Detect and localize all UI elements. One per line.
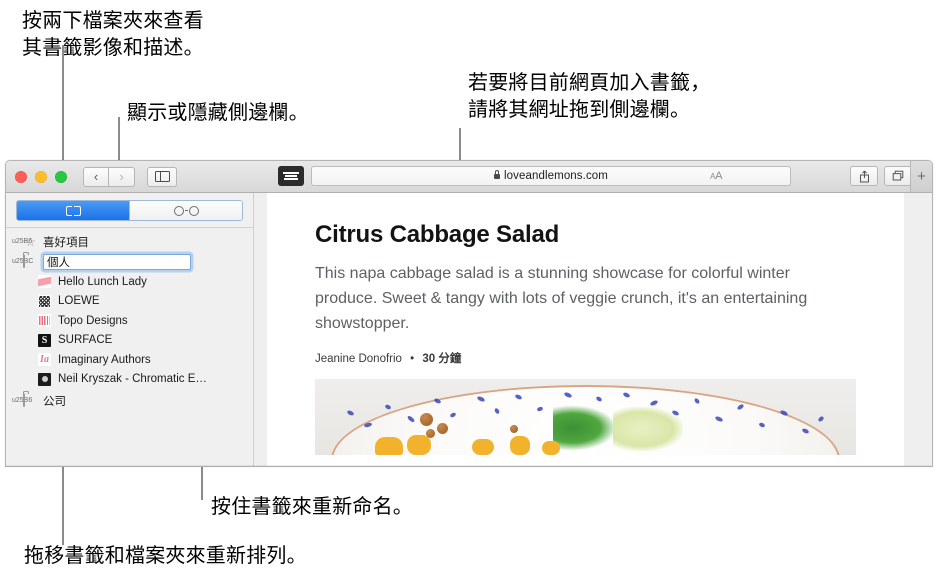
screenshot-stage: 按兩下檔案夾來查看 其書籤影像和描述。 顯示或隱藏側邊欄。 若要將目前網頁加入書… [0,0,936,580]
address-bar[interactable]: loveandlemons.com AA [311,166,791,186]
article-author: Jeanine Donofrio [315,353,402,365]
text-size-control[interactable]: AA [710,170,722,182]
tab-bookmarks[interactable] [17,201,129,220]
reader-icon-line [284,175,298,177]
article-description: This napa cabbage salad is a stunning sh… [315,265,808,332]
tab-overview-button[interactable] [884,166,912,186]
mint-leaves [553,405,618,451]
bookmark-item[interactable]: Hello Lunch Lady [6,272,253,292]
disclosure-triangle-icon[interactable] [12,258,21,265]
reader-icon-line [283,178,299,181]
byline-separator: • [410,353,415,365]
surface-favicon: S [38,333,51,347]
navigation-buttons: ‹ › [83,166,135,187]
lock-icon [494,170,500,179]
folder-icon [23,392,38,408]
sidebar-toggle-button[interactable] [147,166,177,187]
sidebar-segmented-control [6,193,253,227]
window-bottom-shadow [5,465,931,467]
article-photo [315,379,856,455]
tree-folder-personal[interactable]: 個人 [6,251,253,272]
article-title: Citrus Cabbage Salad [315,221,560,248]
callout-sidebar-hint: 顯示或隱藏側邊欄。 [127,102,309,124]
bookmark-item[interactable]: S SURFACE [6,331,253,351]
imaginary-authors-favicon: Ia [38,353,51,367]
bookmarks-sidebar: ☆ 喜好項目 個人 Hello Lunch Lady LOEWE [6,193,254,466]
folder-label: 喜好項目 [43,236,89,249]
bookmark-item[interactable]: Neil Kryszak - Chromatic E… [6,370,253,390]
tab-overview-icon [892,170,904,181]
toolbar-right-buttons [850,166,912,186]
tab-reading-list[interactable] [129,201,242,220]
bookmark-label: Imaginary Authors [58,353,151,366]
leader-sidebar-hint [118,117,120,163]
loewe-favicon [38,294,51,308]
book-icon [65,205,81,216]
tree-folder-company[interactable]: 公司 [6,391,253,410]
forward-button[interactable]: › [109,166,135,187]
bookmark-item[interactable]: LOEWE [6,292,253,312]
callout-rename-hint: 按住書籤來重新命名。 [211,496,413,518]
folder-icon [23,253,38,269]
new-tab-button[interactable]: + [910,161,932,192]
close-button[interactable] [15,170,27,183]
sidebar-icon [154,170,170,183]
hello-lunch-lady-favicon [38,275,51,289]
bookmark-item[interactable]: Ia Imaginary Authors [6,350,253,370]
callout-url-drag-hint: 若要將目前網頁加入書籤， 請將其網址拖到側邊欄。 [468,72,711,121]
callout-folder-hint: 按兩下檔案夾來查看 其書籤影像和描述。 [22,10,204,59]
bookmarks-tree: ☆ 喜好項目 個人 Hello Lunch Lady LOEWE [6,228,253,410]
toolbar: ‹ › loveandlemons.com AA + [6,161,932,193]
glasses-icon [173,205,199,216]
star-icon: ☆ [25,234,36,249]
bookmark-label: SURFACE [58,334,113,347]
article-byline: Jeanine Donofrio • 30 分鐘 [315,350,856,366]
folder-label: 公司 [43,395,66,408]
text-size-large: A [715,170,722,182]
reader-view-button[interactable] [278,166,304,186]
traffic-lights [15,170,67,183]
reader-icon-line [283,171,299,174]
content-area: Citrus Cabbage Salad This napa cabbage s… [254,193,932,466]
share-button[interactable] [850,166,878,186]
chevron-left-icon: ‹ [93,169,99,184]
article-duration: 30 分鐘 [422,353,462,365]
disclosure-triangle-icon[interactable] [12,397,21,404]
safari-window: ‹ › loveandlemons.com AA + u25B6 ☆ 喜好項目 … [5,160,933,467]
bookmark-item[interactable]: Topo Designs [6,311,253,331]
reader-page: Citrus Cabbage Salad This napa cabbage s… [267,193,904,466]
callout-reorder-hint: 拖移書籤和檔案夾來重新排列。 [24,545,307,567]
chevron-right-icon: › [119,169,124,184]
zoom-button[interactable] [55,170,67,183]
article: Citrus Cabbage Salad This napa cabbage s… [267,193,904,455]
back-button[interactable]: ‹ [83,166,109,187]
share-icon [859,170,869,182]
window-body: ☆ 喜好項目 個人 Hello Lunch Lady LOEWE [6,193,932,466]
url-text: loveandlemons.com [504,170,608,182]
disclosure-triangle-icon[interactable] [12,238,21,245]
topo-designs-favicon [38,314,51,328]
tree-folder-favorites[interactable]: ☆ 喜好項目 [6,232,253,251]
bookmark-label: LOEWE [58,295,100,308]
neil-kryszak-favicon [38,372,51,386]
bookmark-label: Hello Lunch Lady [58,275,147,288]
bookmark-label: Neil Kryszak - Chromatic E… [58,373,207,386]
minimize-button[interactable] [35,170,47,183]
folder-rename-input[interactable]: 個人 [43,253,191,270]
bookmark-label: Topo Designs [58,314,128,327]
